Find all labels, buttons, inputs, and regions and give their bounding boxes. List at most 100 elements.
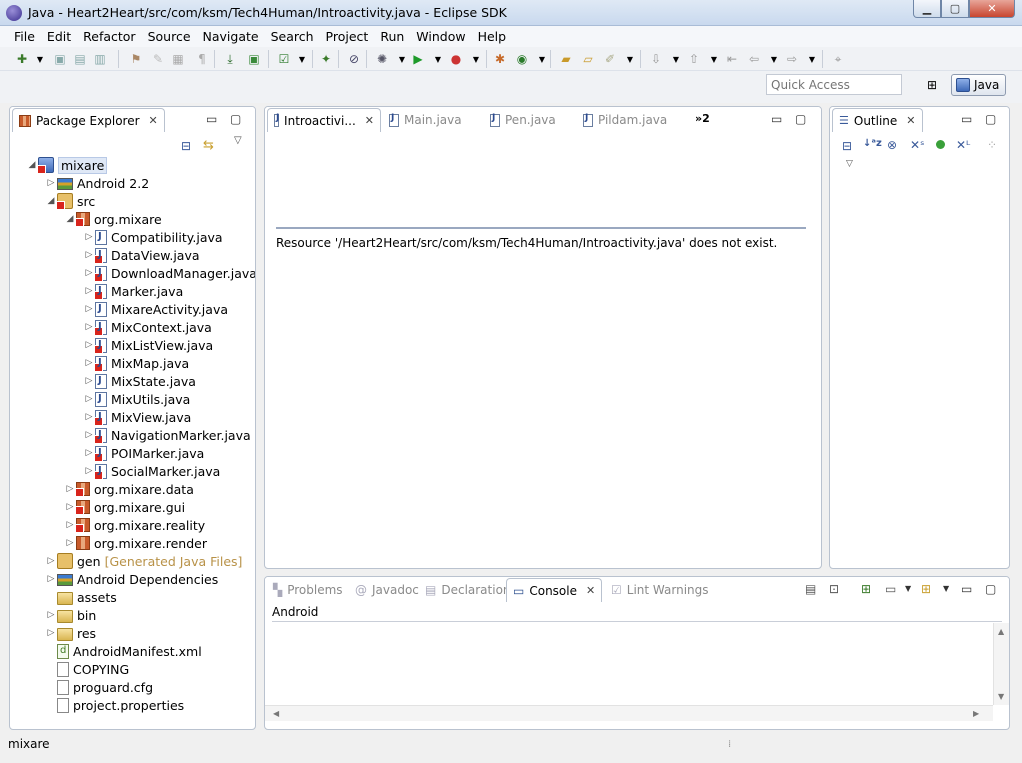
menu-file[interactable]: File (8, 29, 41, 44)
tree-item[interactable]: ▷POIMarker.java (83, 444, 204, 462)
tab-console[interactable]: ▭ Console ✕ (506, 578, 603, 602)
new-icon[interactable]: ✚ (14, 51, 30, 67)
debug-dropdown-icon[interactable]: ▼ (394, 51, 410, 67)
tab-declaration[interactable]: ▤ Declaration (419, 578, 517, 602)
minimize-button[interactable]: ▁ (913, 0, 941, 18)
hide-fields-icon[interactable]: ⊗ (887, 138, 897, 152)
search-dropdown-icon[interactable]: ▼ (622, 51, 638, 67)
quick-access-input[interactable] (766, 74, 902, 95)
minimize-view-icon[interactable]: ▭ (961, 112, 972, 126)
menu-project[interactable]: Project (320, 29, 375, 44)
tree-item[interactable]: ◢ src (45, 192, 95, 210)
tree-item[interactable]: ▷MixListView.java (83, 336, 213, 354)
tree-item[interactable]: ▷NavigationMarker.java (83, 426, 251, 444)
close-icon[interactable]: ✕ (586, 584, 595, 597)
collapsed-twisty-icon[interactable]: ▷ (83, 232, 95, 242)
tree-item[interactable]: project.properties (45, 696, 184, 714)
tree-item[interactable]: ▷DataView.java (83, 246, 200, 264)
collapsed-twisty-icon[interactable]: ▷ (45, 574, 57, 584)
maximize-view-icon[interactable]: ▢ (230, 112, 241, 126)
view-menu-icon[interactable]: ▽ (234, 135, 242, 146)
save-icon[interactable]: ▣ (52, 51, 68, 67)
pin-editor-icon[interactable]: ⌖ (830, 51, 846, 67)
tree-item[interactable]: ▷ MixareActivity.java (83, 300, 228, 318)
tab-pen-java[interactable]: Pen.java (484, 108, 562, 132)
checkbox-icon[interactable]: ☑ (276, 51, 292, 67)
forward-dropdown-icon[interactable]: ▼ (804, 51, 820, 67)
download-icon[interactable]: ⤓ (222, 51, 238, 67)
clear-console-icon[interactable]: ▤ (805, 582, 816, 596)
collapsed-twisty-icon[interactable]: ▷ (83, 304, 95, 314)
menu-source[interactable]: Source (142, 29, 197, 44)
prev-annotation-dropdown-icon[interactable]: ▼ (706, 51, 722, 67)
tree-item[interactable]: ▷MixMap.java (83, 354, 189, 372)
open-perspective-icon[interactable]: ⊞ (923, 76, 941, 94)
new-type-icon[interactable]: ◉ (514, 51, 530, 67)
menu-window[interactable]: Window (410, 29, 471, 44)
sort-icon[interactable]: ↓ᵃz (863, 138, 882, 149)
scroll-left-icon[interactable]: ◀ (273, 709, 279, 718)
collapsed-twisty-icon[interactable]: ▷ (64, 538, 76, 548)
tree-item[interactable]: ▷ org.mixare.data (64, 480, 194, 498)
block-icon[interactable]: ▦ (170, 51, 186, 67)
tree-item[interactable]: ▷MixView.java (83, 408, 191, 426)
tab-javadoc[interactable]: @ Javadoc (349, 578, 425, 602)
search-tool-icon[interactable]: ✐ (602, 51, 618, 67)
run-icon[interactable]: ▶ (410, 51, 426, 67)
tree-item[interactable]: ▷ MixState.java (83, 372, 196, 390)
open-type-icon[interactable]: ▰ (558, 51, 574, 67)
tree-item[interactable]: ▷ org.mixare.gui (64, 498, 185, 516)
maximize-button[interactable]: ▢ (941, 0, 969, 18)
forward-icon[interactable]: ⇨ (784, 51, 800, 67)
pin-console-icon[interactable]: ⊞ (861, 582, 871, 596)
collapsed-twisty-icon[interactable]: ▷ (83, 376, 95, 386)
new-package-icon[interactable]: ✱ (492, 51, 508, 67)
close-icon[interactable]: ✕ (149, 114, 158, 127)
new-dropdown-icon[interactable]: ▼ (32, 51, 48, 67)
next-annotation-dropdown-icon[interactable]: ▼ (668, 51, 684, 67)
hide-static-icon[interactable]: ✕ˢ (910, 138, 925, 152)
tab-problems[interactable]: ▚ Problems (267, 578, 349, 602)
tree-item[interactable]: AndroidManifest.xml (45, 642, 202, 660)
back-icon[interactable]: ⇦ (746, 51, 762, 67)
open-console-dropdown-icon[interactable]: ▼ (943, 584, 949, 593)
minimize-view-icon[interactable]: ▭ (206, 112, 217, 126)
collapsed-twisty-icon[interactable]: ▷ (45, 178, 57, 188)
tree-item[interactable]: ▷SocialMarker.java (83, 462, 220, 480)
collapsed-twisty-icon[interactable]: ▷ (45, 610, 57, 620)
run-dropdown-icon[interactable]: ▼ (430, 51, 446, 67)
tree-item[interactable]: ◢ org.mixare (64, 210, 162, 228)
tree-item[interactable]: ◢ mixare (26, 156, 108, 174)
back-dropdown-icon[interactable]: ▼ (766, 51, 782, 67)
collapsed-twisty-icon[interactable]: ▷ (45, 628, 57, 638)
external-dropdown-icon[interactable]: ▼ (468, 51, 484, 67)
tree-item[interactable]: ▷ res (45, 624, 96, 642)
scroll-right-icon[interactable]: ▶ (973, 709, 979, 718)
tree-item[interactable]: assets (45, 588, 117, 606)
console-horizontal-scrollbar[interactable]: ◀ ▶ (265, 705, 993, 721)
link-with-editor-icon[interactable]: ⇆ (203, 138, 214, 153)
collapsed-twisty-icon[interactable]: ▷ (45, 556, 57, 566)
paragraph-icon[interactable]: ¶ (194, 51, 210, 67)
scroll-lock-icon[interactable]: ⊡ (829, 582, 839, 596)
scroll-up-icon[interactable]: ▲ (998, 627, 1004, 636)
tree-item[interactable]: ▷Marker.java (83, 282, 183, 300)
menu-refactor[interactable]: Refactor (77, 29, 141, 44)
close-button[interactable]: ✕ (969, 0, 1015, 18)
print-icon[interactable]: ▥ (92, 51, 108, 67)
tab-introactivity[interactable]: Introactivi... ✕ (267, 108, 381, 132)
external-tools-icon[interactable]: ● (448, 51, 464, 67)
tree-item[interactable]: ▷ bin (45, 606, 96, 624)
edit-icon[interactable]: ✎ (150, 51, 166, 67)
tab-lint-warnings[interactable]: ☑ Lint Warnings (605, 578, 715, 602)
android-sdk-icon[interactable]: ▣ (246, 51, 262, 67)
check-dropdown-icon[interactable]: ▼ (294, 51, 310, 67)
tree-item[interactable]: ▷ gen [Generated Java Files] (45, 552, 242, 570)
java-perspective-button[interactable]: Java (951, 74, 1006, 96)
maximize-view-icon[interactable]: ▢ (795, 112, 806, 126)
menu-run[interactable]: Run (374, 29, 410, 44)
close-icon[interactable]: ✕ (365, 114, 374, 127)
open-task-icon[interactable]: ▱ (580, 51, 596, 67)
tab-pildam-java[interactable]: Pildam.java (577, 108, 673, 132)
next-annotation-icon[interactable]: ⇩ (648, 51, 664, 67)
